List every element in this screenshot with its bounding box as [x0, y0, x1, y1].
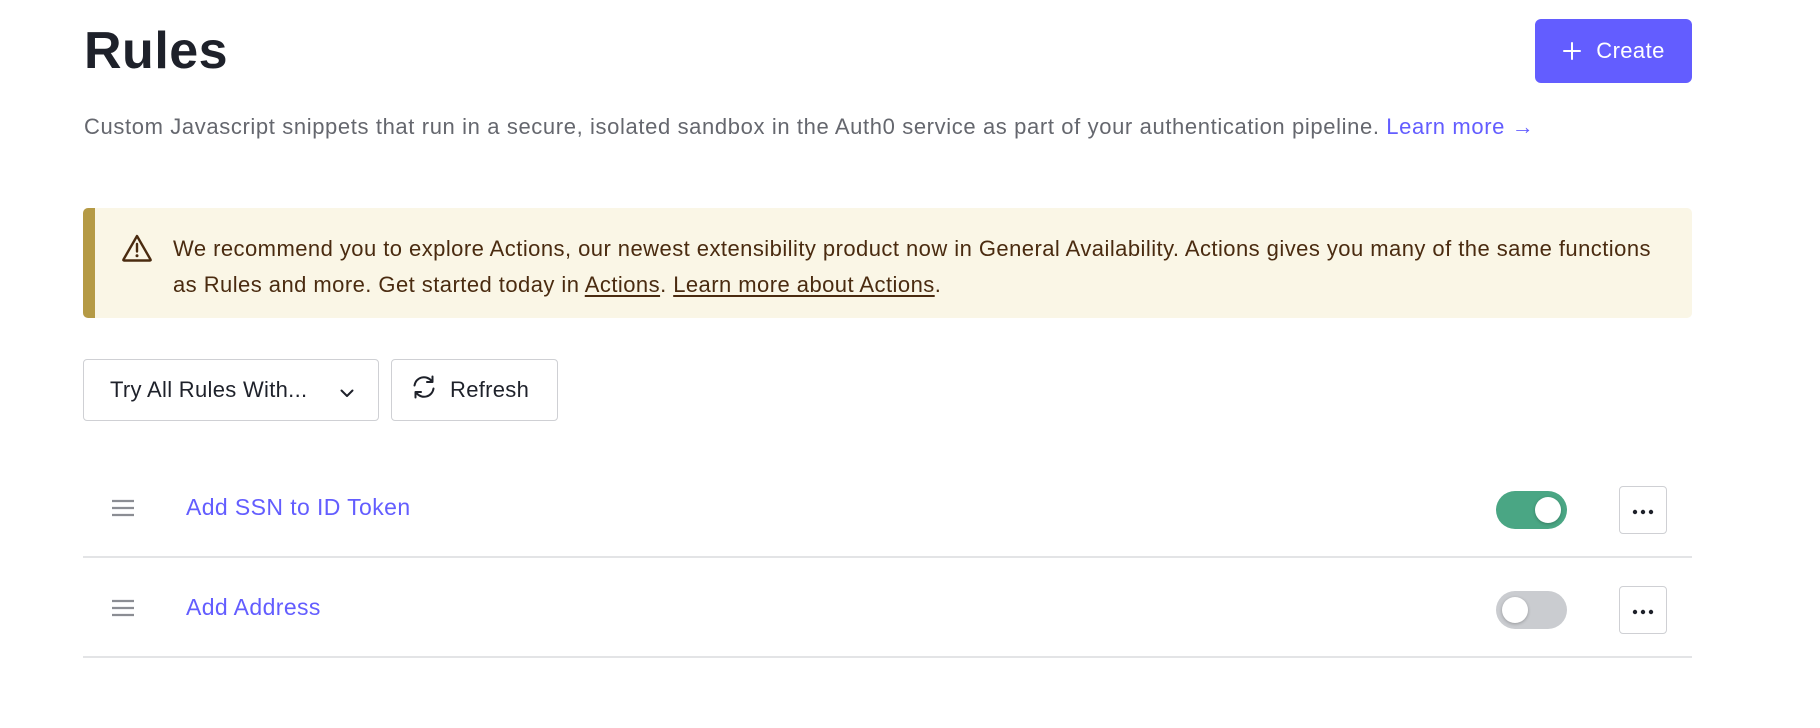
create-button[interactable]: Create [1535, 19, 1692, 83]
rule-enabled-toggle[interactable] [1496, 491, 1567, 529]
try-all-rules-dropdown[interactable]: Try All Rules With... [83, 359, 379, 421]
refresh-button[interactable]: Refresh [391, 359, 558, 421]
description-text: Custom Javascript snippets that run in a… [84, 114, 1380, 139]
learn-more-about-actions-link[interactable]: Learn more about Actions [673, 272, 935, 297]
create-button-label: Create [1596, 38, 1665, 63]
refresh-icon [410, 373, 438, 407]
alert-message: We recommend you to explore Actions, our… [173, 231, 1662, 303]
ellipsis-icon [1632, 603, 1654, 618]
alert-separator: . [660, 272, 674, 297]
alert-accent-bar [83, 208, 95, 318]
rule-row: Add SSN to ID Token [83, 458, 1692, 558]
ellipsis-icon [1632, 503, 1654, 518]
toggle-knob [1502, 597, 1528, 623]
drag-handle-icon[interactable] [111, 598, 135, 623]
drag-handle-icon[interactable] [111, 498, 135, 523]
rule-name-link[interactable]: Add SSN to ID Token [186, 492, 411, 522]
more-options-button[interactable] [1619, 586, 1667, 634]
toggle-knob [1535, 497, 1561, 523]
more-options-button[interactable] [1619, 486, 1667, 534]
plus-icon [1562, 41, 1582, 61]
alert-text-end: . [934, 272, 942, 297]
warning-triangle-icon [121, 233, 153, 268]
actions-recommendation-alert: We recommend you to explore Actions, our… [83, 208, 1692, 318]
page-title: Rules [84, 22, 229, 80]
rule-row: Add Address [83, 558, 1692, 658]
actions-link[interactable]: Actions [585, 272, 660, 297]
rule-enabled-toggle[interactable] [1496, 591, 1567, 629]
page-description: Custom Javascript snippets that run in a… [84, 112, 1534, 142]
refresh-label: Refresh [450, 377, 530, 402]
chevron-down-icon [338, 382, 356, 408]
rule-name-link[interactable]: Add Address [186, 592, 321, 622]
try-all-rules-label: Try All Rules With... [110, 377, 308, 402]
learn-more-link[interactable]: Learn more → [1386, 114, 1534, 139]
